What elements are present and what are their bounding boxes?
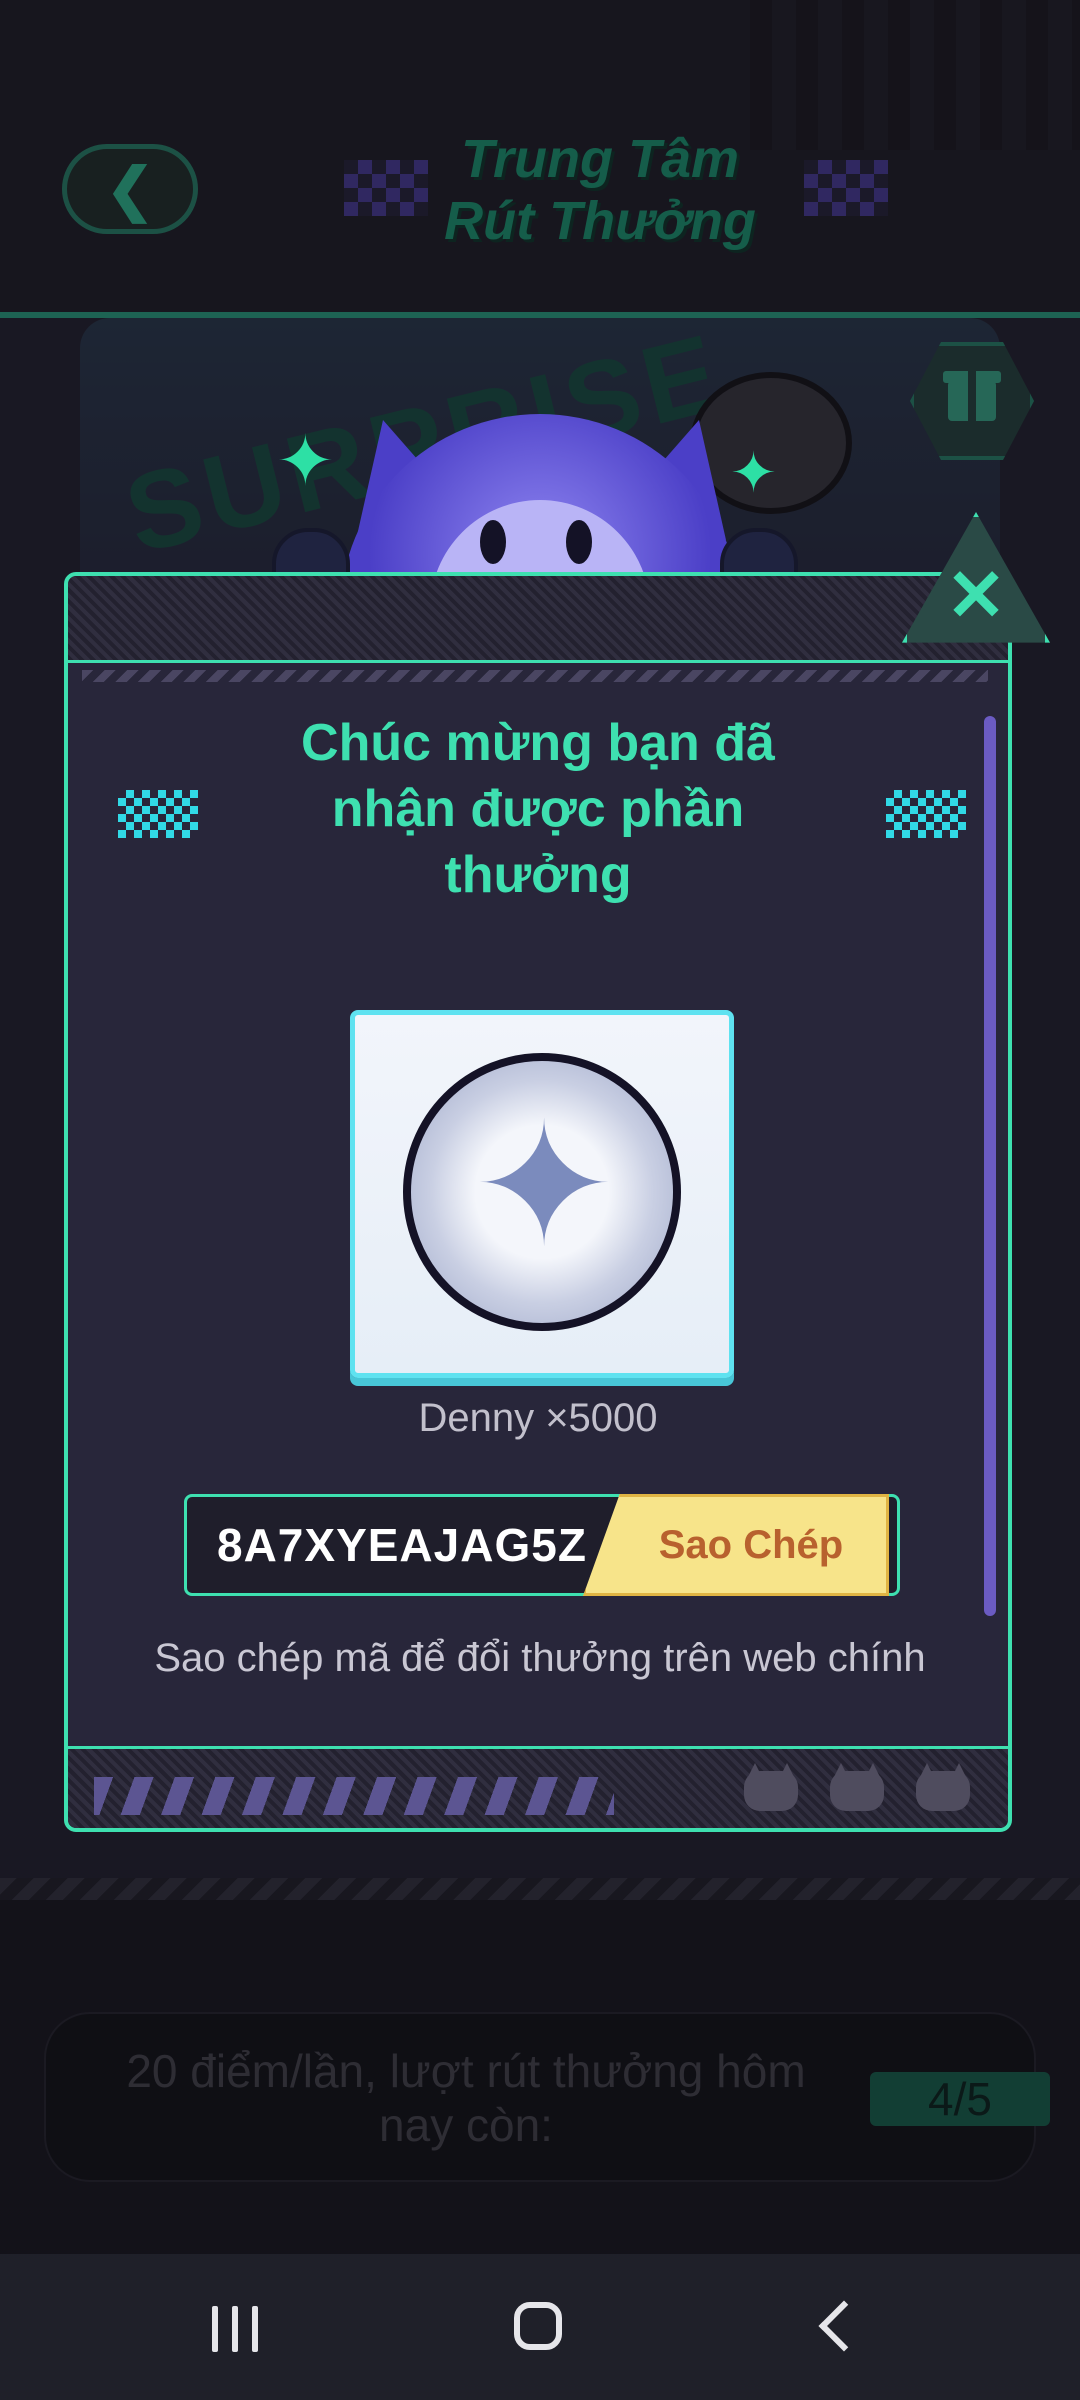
- star-icon: ✦: [472, 1091, 616, 1281]
- reward-card: ✦: [350, 1010, 734, 1378]
- dialog-stripe: [82, 670, 988, 682]
- cat-icon: [830, 1771, 884, 1811]
- system-nav-bar: [0, 2254, 1080, 2400]
- recent-apps-icon[interactable]: [212, 2306, 262, 2352]
- sparkle-icon: ✦: [730, 441, 777, 504]
- reward-dialog: Chúc mừng bạn đã nhận được phần thưởng ✦…: [64, 572, 1012, 1832]
- dialog-bottom-bar: [68, 1746, 1008, 1828]
- cat-icon: [744, 1771, 798, 1811]
- dialog-title: Chúc mừng bạn đã nhận được phần thưởng: [301, 714, 775, 904]
- back-icon[interactable]: [818, 2300, 870, 2352]
- reward-code[interactable]: 8A7XYEAJAG5Z: [217, 1497, 587, 1593]
- copy-hint: Sao chép mã để đổi thưởng trên web chính: [154, 1636, 926, 1680]
- cat-icon: [916, 1771, 970, 1811]
- home-icon[interactable]: [514, 2302, 562, 2350]
- dialog-scrollbar[interactable]: [984, 716, 996, 1616]
- code-field[interactable]: 8A7XYEAJAG5Z Sao Chép: [184, 1494, 900, 1596]
- checker-decoration: [118, 790, 198, 838]
- mascot-eye: [566, 520, 592, 564]
- close-icon[interactable]: ✕: [940, 560, 1012, 632]
- stripe-decoration: [94, 1777, 614, 1815]
- dialog-top-bar: [68, 576, 1008, 663]
- checker-decoration: [886, 790, 966, 838]
- coin-icon: ✦: [403, 1053, 681, 1331]
- reward-name: Denny ×5000: [418, 1396, 658, 1440]
- mascot-eye: [480, 520, 506, 564]
- sparkle-icon: ✦: [276, 422, 335, 500]
- copy-button[interactable]: Sao Chép: [583, 1494, 889, 1596]
